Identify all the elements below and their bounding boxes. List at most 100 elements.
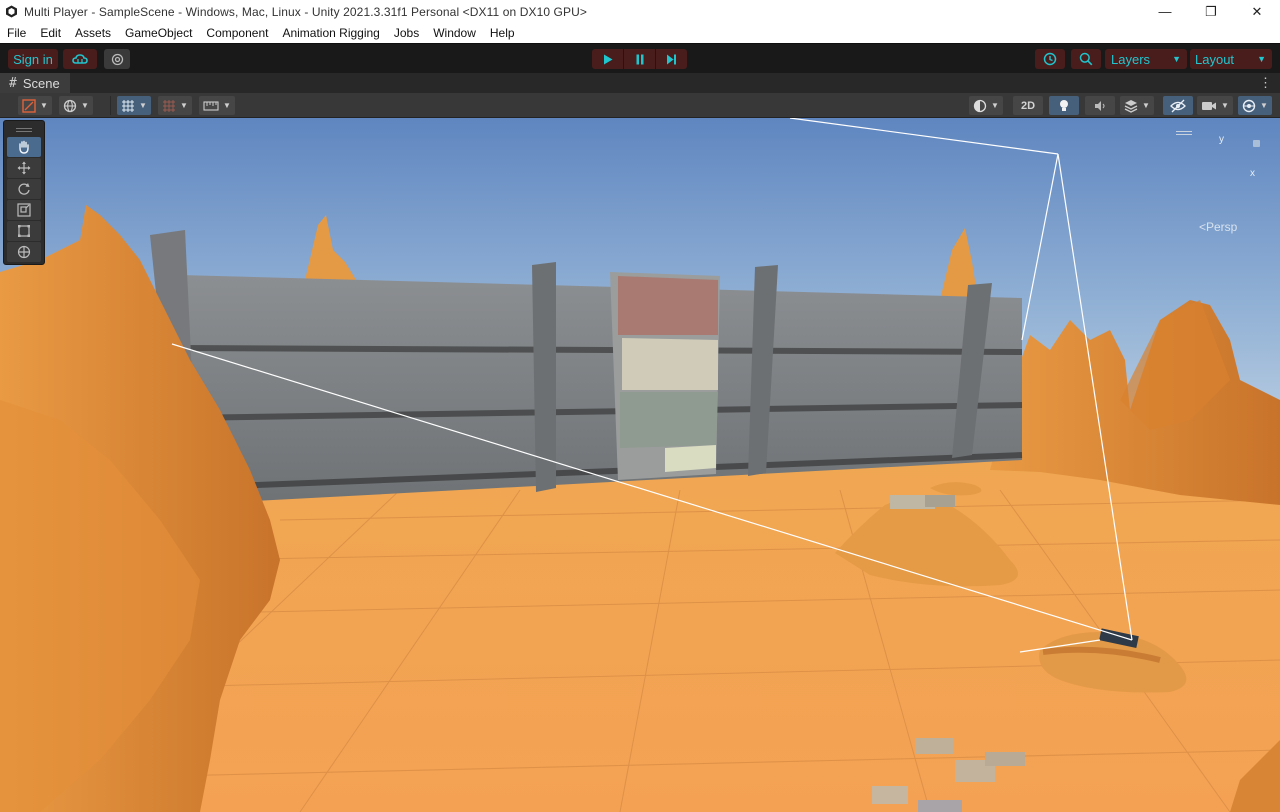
scene-view-toolbar: ▼ ▼ ▼ ▼ ▼ ▼ 2D ▼ ▼ ▼ (0, 93, 1280, 118)
lighting-toggle[interactable] (1049, 96, 1079, 115)
align-snap-dropdown[interactable]: ▼ (199, 96, 235, 115)
sphere-shading-icon (973, 99, 987, 112)
main-toolbar: Sign in Layers ▼ Layout ▼ (0, 43, 1280, 73)
menu-file[interactable]: File (0, 23, 33, 43)
palette-grip-handle[interactable] (7, 124, 41, 136)
sign-in-button[interactable]: Sign in (8, 49, 58, 69)
transform-tool-button[interactable] (7, 242, 41, 262)
menu-animation-rigging[interactable]: Animation Rigging (275, 23, 386, 43)
shading-mode-dropdown[interactable]: ▼ (969, 96, 1003, 115)
chevron-down-icon: ▼ (1172, 54, 1181, 64)
chevron-down-icon: ▼ (223, 101, 231, 110)
minimize-button[interactable]: — (1142, 0, 1188, 23)
gizmo-menu-icon[interactable] (1176, 131, 1192, 137)
effects-dropdown[interactable]: ▼ (1120, 96, 1154, 115)
persp-label[interactable]: <Persp (1199, 220, 1237, 234)
scale-tool-button[interactable] (7, 200, 41, 220)
menu-component[interactable]: Component (199, 23, 275, 43)
camera-settings-dropdown[interactable]: ▼ (1197, 96, 1233, 115)
collab-button[interactable] (104, 49, 130, 69)
cloud-button[interactable] (63, 49, 97, 69)
layers-dropdown[interactable]: Layers ▼ (1105, 49, 1187, 69)
hand-tool-button[interactable] (7, 137, 41, 157)
gizmo-axis-x[interactable]: x (1250, 168, 1255, 179)
gizmos-dropdown[interactable]: ▼ (1238, 96, 1272, 115)
scale-icon (17, 203, 31, 217)
tab-more-options-icon[interactable]: ⋮ (1259, 75, 1272, 91)
pause-button[interactable] (624, 49, 655, 69)
play-icon (603, 54, 612, 64)
globe-icon (63, 99, 77, 112)
chevron-down-icon: ▼ (1221, 101, 1229, 110)
chevron-down-icon: ▼ (180, 101, 188, 110)
layers-stack-icon (1124, 99, 1138, 113)
menu-edit[interactable]: Edit (33, 23, 68, 43)
close-button[interactable]: ✕ (1234, 0, 1280, 23)
grid-snap-icon (122, 99, 134, 112)
rect-transform-icon (18, 225, 30, 237)
rect-tool-button[interactable] (7, 221, 41, 241)
tool-palette (3, 120, 45, 265)
transform-icon (17, 245, 31, 259)
lightbulb-icon (1060, 99, 1068, 111)
move-arrows-icon (17, 161, 31, 175)
rotate-tool-button[interactable] (7, 179, 41, 199)
chevron-down-icon: ▼ (991, 101, 999, 110)
lock-icon[interactable] (1253, 140, 1260, 147)
grid-snapping-toggle[interactable]: ▼ (117, 96, 151, 115)
move-tool-button[interactable] (7, 158, 41, 178)
audio-toggle[interactable] (1085, 96, 1115, 115)
tab-scene-label: Scene (22, 75, 60, 91)
scene-render (0, 118, 1280, 812)
layout-dropdown[interactable]: Layout ▼ (1190, 49, 1272, 69)
ruler-icon (203, 100, 219, 111)
menu-jobs[interactable]: Jobs (387, 23, 426, 43)
layers-label: Layers (1111, 51, 1151, 67)
menu-window[interactable]: Window (426, 23, 483, 43)
window-title: Multi Player - SampleScene - Windows, Ma… (24, 4, 587, 19)
search-button[interactable] (1071, 49, 1101, 69)
chevron-down-icon: ▼ (40, 101, 48, 110)
unity-logo-icon (4, 5, 18, 19)
tab-scene[interactable]: # Scene (0, 73, 70, 93)
settings-gear-icon (111, 53, 123, 65)
play-button[interactable] (592, 49, 623, 69)
maximize-button[interactable]: ❐ (1188, 0, 1234, 23)
playmode-controls (592, 49, 687, 69)
chevron-down-icon: ▼ (1257, 54, 1266, 64)
menu-gameobject[interactable]: GameObject (118, 23, 199, 43)
step-button[interactable] (656, 49, 687, 69)
increment-snap-icon (163, 99, 175, 112)
draw-mode-dropdown[interactable]: ▼ (18, 96, 52, 115)
menu-help[interactable]: Help (483, 23, 522, 43)
scene-visibility-toggle[interactable] (1163, 96, 1193, 115)
gizmo-globe-icon (1242, 99, 1256, 112)
increment-snap-dropdown[interactable]: ▼ (158, 96, 192, 115)
history-button[interactable] (1035, 49, 1065, 69)
scene-tab-bar: # Scene ⋮ (0, 73, 1280, 93)
hand-icon (19, 140, 29, 154)
global-local-dropdown[interactable]: ▼ (59, 96, 93, 115)
2d-label: 2D (1020, 99, 1036, 112)
scene-viewport[interactable]: y x <Persp (0, 118, 1280, 812)
camera-icon (1202, 101, 1216, 110)
chevron-down-icon: ▼ (139, 101, 147, 110)
shaded-mode-icon (22, 98, 36, 113)
scene-hash-icon: # (9, 75, 17, 91)
menu-assets[interactable]: Assets (68, 23, 118, 43)
2d-toggle[interactable]: 2D (1013, 96, 1043, 115)
menu-bar: File Edit Assets GameObject Component An… (0, 23, 1280, 43)
search-icon (1079, 52, 1093, 66)
speaker-icon (1095, 100, 1105, 111)
rotate-icon (18, 183, 30, 195)
eye-hidden-icon (1170, 99, 1186, 112)
chevron-down-icon: ▼ (81, 101, 89, 110)
window-titlebar: Multi Player - SampleScene - Windows, Ma… (0, 0, 1280, 23)
history-icon (1043, 52, 1057, 66)
pause-icon (636, 54, 643, 64)
cloud-icon (72, 54, 88, 64)
chevron-down-icon: ▼ (1260, 101, 1268, 110)
sign-in-label: Sign in (13, 51, 53, 67)
gizmo-axis-y[interactable]: y (1219, 134, 1224, 145)
chevron-down-icon: ▼ (1142, 101, 1150, 110)
